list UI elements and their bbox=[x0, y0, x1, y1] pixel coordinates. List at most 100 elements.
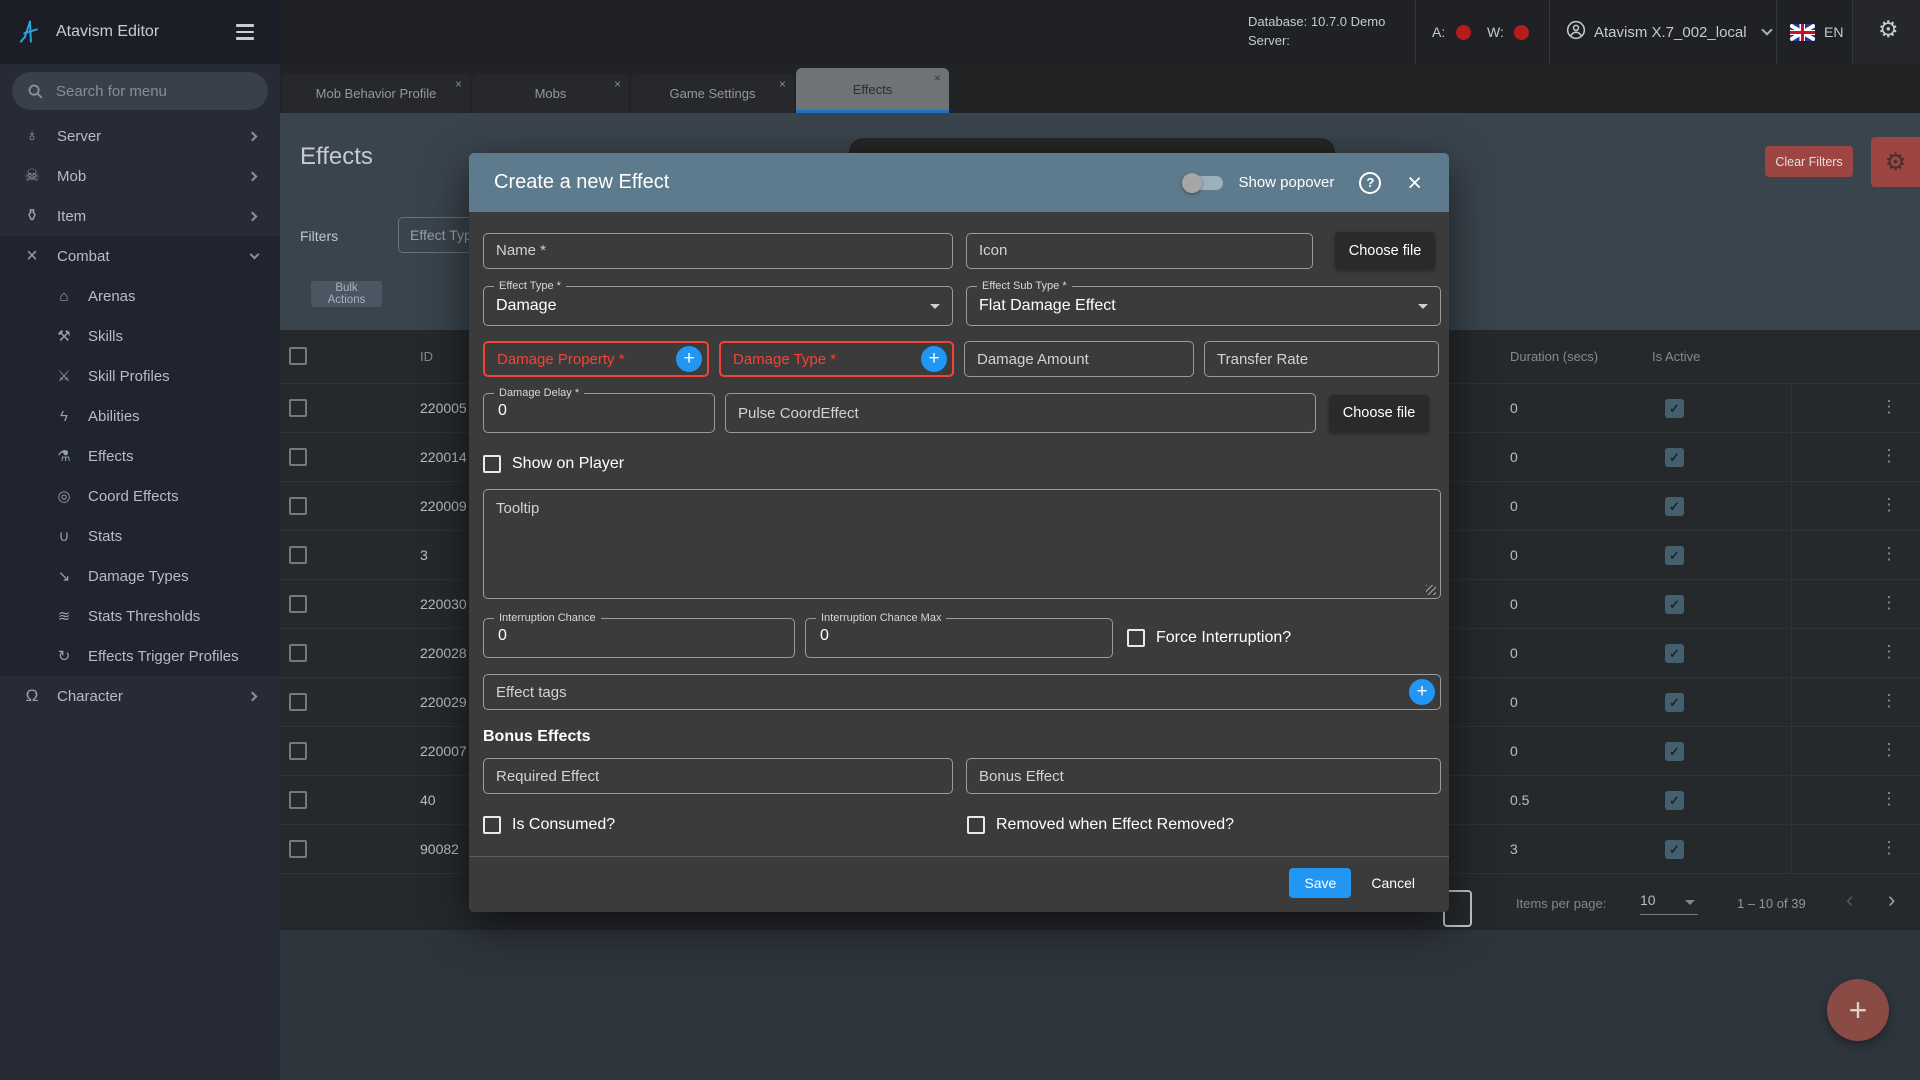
sidebar-item-damage-types[interactable]: ↘ Damage Types bbox=[0, 556, 280, 596]
language-selector[interactable]: EN bbox=[1790, 0, 1843, 64]
row-active-checkbox[interactable]: ✓ bbox=[1665, 840, 1684, 859]
row-checkbox[interactable] bbox=[289, 644, 307, 662]
help-icon[interactable]: ? bbox=[1359, 171, 1382, 194]
sidebar-item-character[interactable]: Ω Character bbox=[0, 676, 280, 716]
row-menu-button[interactable]: ⋮ bbox=[1878, 642, 1900, 662]
damage-delay-field[interactable]: Damage Delay * bbox=[483, 387, 715, 433]
row-active-checkbox[interactable]: ✓ bbox=[1665, 399, 1684, 418]
search-input[interactable] bbox=[54, 81, 244, 101]
row-checkbox[interactable] bbox=[289, 497, 307, 515]
row-menu-button[interactable]: ⋮ bbox=[1878, 544, 1900, 564]
effect-type-select[interactable]: Effect Type * Damage bbox=[483, 280, 953, 326]
pulse-choose-file-button[interactable]: Choose file bbox=[1329, 394, 1429, 432]
damage-type-field[interactable]: Damage Type * + bbox=[719, 341, 954, 377]
add-damage-property-button[interactable]: + bbox=[676, 346, 702, 372]
row-active-checkbox[interactable]: ✓ bbox=[1665, 595, 1684, 614]
tooltip-field[interactable] bbox=[483, 489, 1441, 599]
bonus-effect-field[interactable] bbox=[966, 758, 1441, 794]
save-button[interactable]: Save bbox=[1289, 868, 1352, 898]
previous-page-button[interactable]: ‹ bbox=[1846, 887, 1853, 913]
skill-profiles-icon: ⚔ bbox=[57, 368, 71, 385]
row-menu-button[interactable]: ⋮ bbox=[1878, 446, 1900, 466]
show-popover-toggle[interactable] bbox=[1182, 172, 1226, 193]
sidebar-item-arenas[interactable]: ⌂ Arenas bbox=[0, 276, 280, 316]
sidebar-item-server[interactable]: ♁ Server bbox=[0, 116, 280, 156]
row-checkbox[interactable] bbox=[289, 399, 307, 417]
bulk-actions-button[interactable]: Bulk Actions bbox=[311, 281, 382, 307]
sidebar-item-skills[interactable]: ⚒ Skills bbox=[0, 316, 280, 356]
required-effect-field[interactable] bbox=[483, 758, 953, 794]
row-menu-button[interactable]: ⋮ bbox=[1878, 495, 1900, 515]
row-checkbox[interactable] bbox=[289, 595, 307, 613]
row-checkbox[interactable] bbox=[289, 742, 307, 760]
show-on-player-checkbox[interactable] bbox=[483, 455, 501, 473]
row-active-checkbox[interactable]: ✓ bbox=[1665, 497, 1684, 516]
add-effect-tag-button[interactable]: + bbox=[1409, 679, 1435, 705]
row-menu-button[interactable]: ⋮ bbox=[1878, 789, 1900, 809]
cancel-button[interactable]: Cancel bbox=[1365, 874, 1421, 892]
table-settings-gear-icon[interactable]: ⚙ bbox=[1871, 137, 1920, 187]
row-checkbox[interactable] bbox=[289, 448, 307, 466]
interruption-chance-field[interactable]: Interruption Chance bbox=[483, 612, 795, 658]
row-active-checkbox[interactable]: ✓ bbox=[1665, 742, 1684, 761]
row-menu-button[interactable]: ⋮ bbox=[1878, 691, 1900, 711]
row-checkbox[interactable] bbox=[289, 791, 307, 809]
interruption-chance-max-field[interactable]: Interruption Chance Max bbox=[805, 612, 1113, 658]
row-active-checkbox[interactable]: ✓ bbox=[1665, 448, 1684, 467]
menu-hamburger-icon[interactable] bbox=[236, 24, 254, 40]
row-checkbox[interactable] bbox=[289, 840, 307, 858]
tab-mob-behavior-profile[interactable]: Mob Behavior Profile × bbox=[282, 74, 470, 113]
sidebar-item-combat[interactable]: × Combat bbox=[0, 236, 280, 276]
icon-field[interactable] bbox=[966, 232, 1313, 269]
row-active-checkbox[interactable]: ✓ bbox=[1665, 791, 1684, 810]
sidebar-item-abilities[interactable]: ϟ Abilities bbox=[0, 396, 280, 436]
account-menu[interactable]: Atavism X.7_002_local bbox=[1566, 0, 1773, 64]
row-checkbox[interactable] bbox=[289, 693, 307, 711]
removed-when-checkbox[interactable] bbox=[967, 816, 985, 834]
clear-filters-button[interactable]: Clear Filters bbox=[1765, 146, 1853, 177]
pulse-coordeffect-field[interactable] bbox=[725, 393, 1316, 433]
row-active-checkbox[interactable]: ✓ bbox=[1665, 546, 1684, 565]
damage-property-field[interactable]: Damage Property * + bbox=[483, 341, 709, 377]
mob-skull-icon: ☠ bbox=[24, 166, 40, 185]
close-icon[interactable]: × bbox=[779, 78, 786, 90]
settings-gear-icon[interactable]: ⚙ bbox=[1878, 18, 1899, 41]
sidebar-item-stats[interactable]: ∪ Stats bbox=[0, 516, 280, 556]
sidebar-item-effects[interactable]: ⚗ Effects bbox=[0, 436, 280, 476]
effect-tags-field[interactable]: Effect tags + bbox=[483, 674, 1441, 710]
tab-game-settings[interactable]: Game Settings × bbox=[631, 74, 794, 113]
sidebar-item-skill-profiles[interactable]: ⚔ Skill Profiles bbox=[0, 356, 280, 396]
add-effect-fab[interactable]: + bbox=[1827, 979, 1889, 1041]
row-menu-button[interactable]: ⋮ bbox=[1878, 397, 1900, 417]
close-icon[interactable]: × bbox=[1407, 170, 1422, 195]
name-field[interactable] bbox=[483, 232, 953, 269]
force-interruption-checkbox[interactable] bbox=[1127, 629, 1145, 647]
row-active-checkbox[interactable]: ✓ bbox=[1665, 644, 1684, 663]
damage-amount-field[interactable] bbox=[964, 341, 1194, 377]
row-menu-button[interactable]: ⋮ bbox=[1878, 838, 1900, 858]
tab-effects[interactable]: Effects × bbox=[796, 68, 949, 113]
sidebar-item-item[interactable]: ⚱ Item bbox=[0, 196, 280, 236]
is-consumed-checkbox[interactable] bbox=[483, 816, 501, 834]
row-active-checkbox[interactable]: ✓ bbox=[1665, 693, 1684, 712]
effect-sub-type-select[interactable]: Effect Sub Type * Flat Damage Effect bbox=[966, 280, 1441, 326]
select-all-checkbox[interactable] bbox=[289, 347, 307, 365]
close-icon[interactable]: × bbox=[455, 78, 462, 90]
sidebar-item-coord-effects[interactable]: ◎ Coord Effects bbox=[0, 476, 280, 516]
next-page-button[interactable]: › bbox=[1888, 887, 1895, 913]
close-icon[interactable]: × bbox=[934, 72, 941, 84]
transfer-rate-field[interactable] bbox=[1204, 341, 1439, 377]
row-menu-button[interactable]: ⋮ bbox=[1878, 740, 1900, 760]
add-damage-type-button[interactable]: + bbox=[921, 346, 947, 372]
sidebar-item-effects-trigger-profiles[interactable]: ↻ Effects Trigger Profiles bbox=[0, 636, 280, 676]
close-icon[interactable]: × bbox=[614, 78, 621, 90]
sidebar-item-stats-thresholds[interactable]: ≋ Stats Thresholds bbox=[0, 596, 280, 636]
icon-choose-file-button[interactable]: Choose file bbox=[1335, 232, 1435, 269]
sidebar-search[interactable] bbox=[12, 72, 268, 110]
items-per-page-select[interactable]: 10 bbox=[1640, 892, 1698, 915]
sidebar-item-mob[interactable]: ☠ Mob bbox=[0, 156, 280, 196]
resize-handle[interactable] bbox=[1426, 585, 1436, 595]
tab-mobs[interactable]: Mobs × bbox=[472, 74, 629, 113]
row-menu-button[interactable]: ⋮ bbox=[1878, 593, 1900, 613]
row-checkbox[interactable] bbox=[289, 546, 307, 564]
